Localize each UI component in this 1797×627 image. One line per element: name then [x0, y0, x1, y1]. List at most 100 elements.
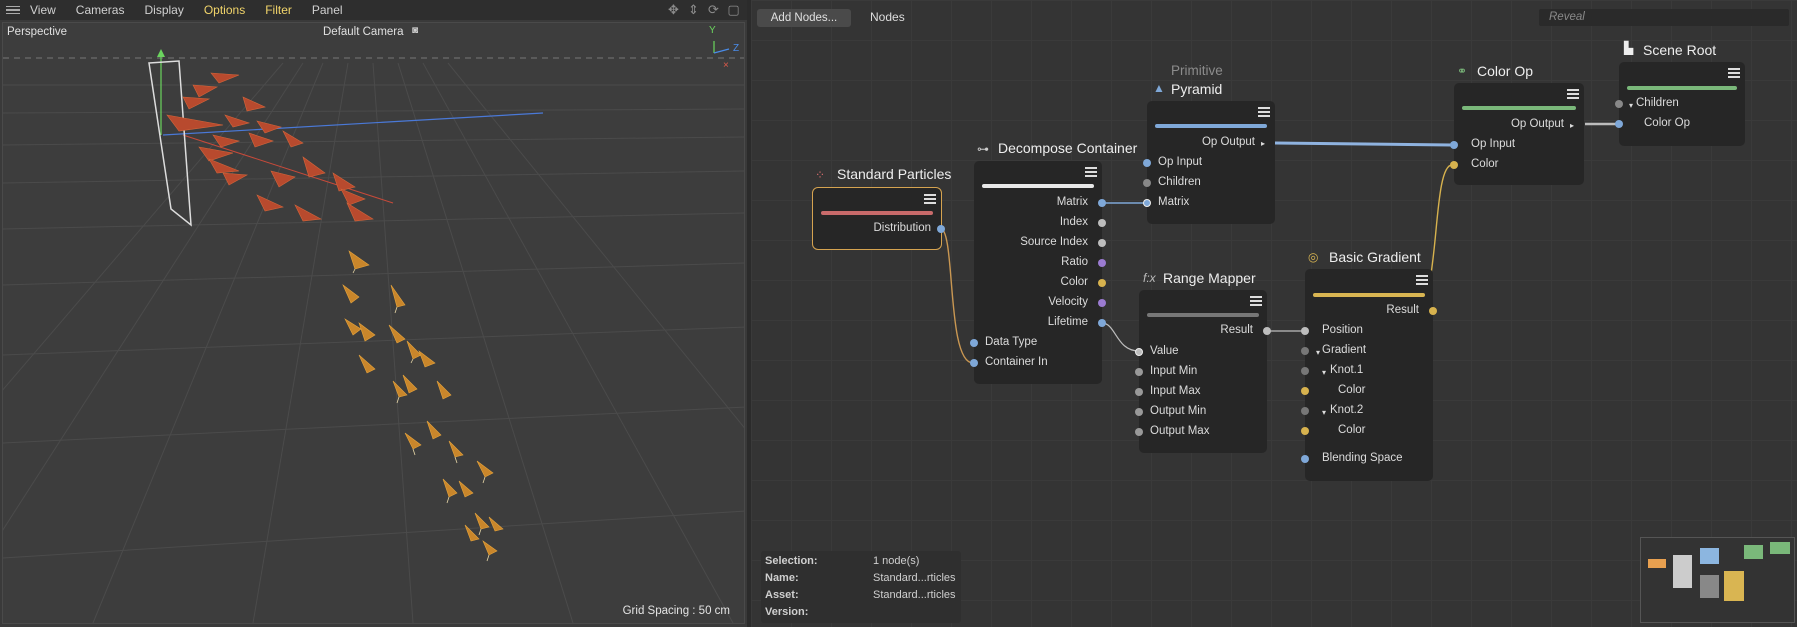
- port-dot[interactable]: [970, 359, 978, 367]
- collapse-arrow-icon[interactable]: ▾: [1629, 101, 1633, 110]
- port-dot[interactable]: [1615, 100, 1623, 108]
- port-dot[interactable]: [1301, 387, 1309, 395]
- menu-view[interactable]: View: [30, 3, 56, 17]
- collapse-arrow-icon[interactable]: ▾: [1316, 348, 1320, 357]
- node-basic-gradient[interactable]: Result Position ▾ Gradient ▾ Knot.1 Colo…: [1301, 269, 1437, 481]
- port-dot[interactable]: [1301, 407, 1309, 415]
- port-index[interactable]: Index: [1060, 216, 1088, 228]
- port-output-min[interactable]: Output Min: [1150, 405, 1206, 417]
- node-standard-particles[interactable]: Distribution: [812, 187, 945, 250]
- port-children[interactable]: Children: [1158, 176, 1201, 188]
- port-dot[interactable]: [1135, 388, 1143, 396]
- projection-label[interactable]: Perspective: [7, 26, 67, 38]
- port-dot[interactable]: [970, 339, 978, 347]
- port-ratio[interactable]: Ratio: [1061, 256, 1088, 268]
- port-dot[interactable]: [1135, 408, 1143, 416]
- port-dot[interactable]: [1098, 219, 1106, 227]
- port-dot[interactable]: [1098, 279, 1106, 287]
- port-color-op[interactable]: Color Op: [1644, 117, 1690, 129]
- node-menu-icon[interactable]: [1416, 275, 1428, 285]
- port-dot[interactable]: [1301, 455, 1309, 463]
- maximize-view-icon[interactable]: ▢: [726, 2, 741, 17]
- node-minimap[interactable]: [1640, 537, 1795, 623]
- node-color-op[interactable]: Op Output ▸ Op Input Color: [1450, 83, 1584, 185]
- port-dot[interactable]: [1098, 199, 1106, 207]
- viewport-canvas[interactable]: Perspective Default Camera ◙ Y Z × Grid …: [2, 22, 745, 624]
- port-dot[interactable]: [1450, 161, 1458, 169]
- node-menu-icon[interactable]: [1258, 107, 1270, 117]
- node-decompose-container[interactable]: Matrix Index Source Index Ratio Color Ve…: [970, 161, 1106, 384]
- move-view-icon[interactable]: ✥: [666, 2, 681, 17]
- port-lifetime[interactable]: Lifetime: [1048, 316, 1088, 328]
- menu-display[interactable]: Display: [144, 3, 183, 17]
- menu-panel[interactable]: Panel: [312, 3, 343, 17]
- port-gradient[interactable]: Gradient: [1322, 344, 1366, 356]
- port-op-output[interactable]: Op Output: [1202, 136, 1255, 148]
- port-container-in[interactable]: Container In: [985, 356, 1048, 368]
- port-dot[interactable]: [1429, 307, 1437, 315]
- port-dot[interactable]: [1135, 368, 1143, 376]
- port-knot-2[interactable]: Knot.2: [1330, 404, 1363, 416]
- port-dot[interactable]: [1143, 199, 1151, 207]
- port-source-index[interactable]: Source Index: [1020, 236, 1088, 248]
- port-dot[interactable]: [1450, 141, 1458, 149]
- port-dot[interactable]: [1135, 428, 1143, 436]
- menu-icon[interactable]: [6, 4, 20, 17]
- port-matrix[interactable]: Matrix: [1158, 196, 1189, 208]
- port-data-type[interactable]: Data Type: [985, 336, 1037, 348]
- port-dot[interactable]: [1098, 299, 1106, 307]
- port-value[interactable]: Value: [1150, 345, 1179, 357]
- port-dot[interactable]: [1143, 179, 1151, 187]
- port-dot[interactable]: [1143, 159, 1151, 167]
- port-matrix[interactable]: Matrix: [1057, 196, 1088, 208]
- camera-label[interactable]: Default Camera: [323, 26, 404, 38]
- port-op-input[interactable]: Op Input: [1471, 138, 1515, 150]
- node-menu-icon[interactable]: [1250, 296, 1262, 306]
- port-op-input[interactable]: Op Input: [1158, 156, 1202, 168]
- port-dot[interactable]: [1098, 259, 1106, 267]
- port-input-max[interactable]: Input Max: [1150, 385, 1201, 397]
- node-range-mapper[interactable]: Result Value Input Min Input Max Output …: [1135, 290, 1271, 453]
- port-knot-1-color[interactable]: Color: [1338, 384, 1365, 396]
- port-dot[interactable]: [1301, 367, 1309, 375]
- expand-arrow-icon[interactable]: ▸: [1261, 139, 1265, 148]
- rotate-view-icon[interactable]: ⟳: [706, 2, 721, 17]
- node-menu-icon[interactable]: [924, 194, 936, 204]
- port-velocity[interactable]: Velocity: [1048, 296, 1088, 308]
- menu-cameras[interactable]: Cameras: [76, 3, 125, 17]
- node-scene-root[interactable]: ▾ Children Color Op: [1615, 62, 1745, 146]
- port-color[interactable]: Color: [1061, 276, 1088, 288]
- port-dot[interactable]: [1098, 239, 1106, 247]
- port-knot-2-color[interactable]: Color: [1338, 424, 1365, 436]
- port-dot[interactable]: [1301, 347, 1309, 355]
- port-result[interactable]: Result: [1386, 304, 1419, 316]
- menu-filter[interactable]: Filter: [265, 3, 292, 17]
- port-op-output[interactable]: Op Output: [1511, 118, 1564, 130]
- expand-arrow-icon[interactable]: ▸: [1570, 121, 1574, 130]
- port-dot[interactable]: [1301, 427, 1309, 435]
- camera-icon[interactable]: ◙: [412, 25, 418, 36]
- node-menu-icon[interactable]: [1728, 68, 1740, 78]
- port-color[interactable]: Color: [1471, 158, 1498, 170]
- port-dot[interactable]: [1263, 327, 1271, 335]
- node-pyramid[interactable]: Op Output ▸ Op Input Children Matrix: [1143, 101, 1275, 224]
- node-menu-icon[interactable]: [1085, 167, 1097, 177]
- pan-view-icon[interactable]: ⇕: [686, 2, 701, 17]
- port-children[interactable]: Children: [1636, 97, 1679, 109]
- port-dot[interactable]: [1098, 319, 1106, 327]
- collapse-arrow-icon[interactable]: ▾: [1322, 368, 1326, 377]
- port-input-min[interactable]: Input Min: [1150, 365, 1197, 377]
- menu-options[interactable]: Options: [204, 3, 245, 17]
- node-editor-panel[interactable]: Add Nodes... Nodes Reveal Distribution ⁘…: [751, 0, 1797, 627]
- port-position[interactable]: Position: [1322, 324, 1363, 336]
- port-result[interactable]: Result: [1220, 324, 1253, 336]
- collapse-arrow-icon[interactable]: ▾: [1322, 408, 1326, 417]
- port-dot[interactable]: [1615, 120, 1623, 128]
- port-dot[interactable]: [1135, 348, 1143, 356]
- port-blending-space[interactable]: Blending Space: [1322, 452, 1403, 464]
- port-knot-1[interactable]: Knot.1: [1330, 364, 1363, 376]
- port-distribution[interactable]: Distribution: [873, 222, 931, 234]
- port-output-max[interactable]: Output Max: [1150, 425, 1209, 437]
- port-dot[interactable]: [937, 225, 945, 233]
- node-menu-icon[interactable]: [1567, 89, 1579, 99]
